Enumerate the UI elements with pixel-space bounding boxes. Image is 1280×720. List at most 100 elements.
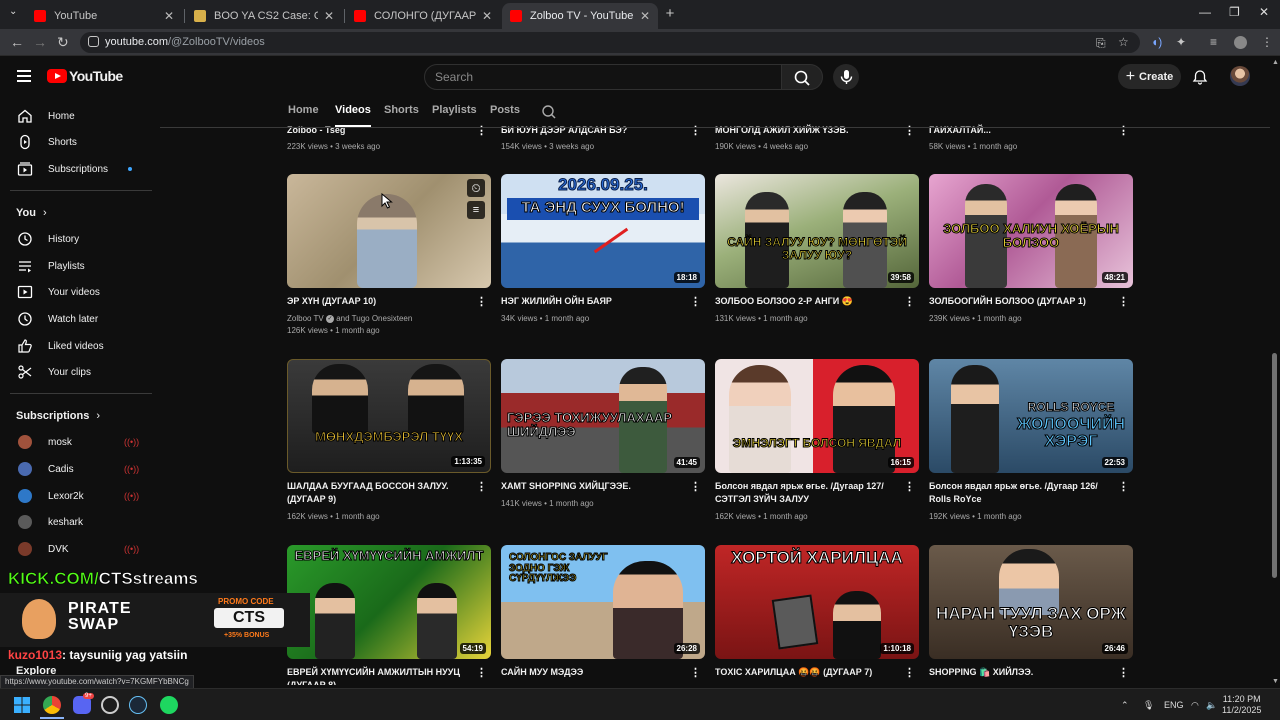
sidebar-sub-dvk[interactable]: DVK ((•)) [0, 536, 152, 562]
video-card[interactable]: СОЛОНГОС ЗАЛУУГ ЗОДНО ГЭЖ СҮРДҮҮЛЖЭЭ 26:… [501, 545, 705, 685]
address-bar[interactable]: youtube.com/@ZolbooTV/videos ⎘ ☆ [80, 32, 1140, 53]
tray-chevron-icon[interactable]: ⌃ [1121, 700, 1129, 711]
more-actions-icon[interactable]: ⋮ [904, 666, 915, 679]
search-button[interactable] [781, 64, 823, 90]
more-actions-icon[interactable]: ⋮ [476, 480, 487, 493]
video-card[interactable]: САЙН ЗАЛУУ ЮУ? МӨНГӨТЭЙ ЗАЛУУ ЮУ? 39:58 … [715, 174, 919, 329]
video-thumbnail[interactable]: САЙН ЗАЛУУ ЮУ? МӨНГӨТЭЙ ЗАЛУУ ЮУ? 39:58 [715, 174, 919, 288]
create-button[interactable]: + Create [1118, 64, 1181, 89]
sidebar-item-home[interactable]: Home [0, 103, 152, 129]
bookmark-star-icon[interactable]: ☆ [1118, 35, 1129, 49]
sidebar-item-your-videos[interactable]: Your videos [0, 279, 152, 305]
video-card[interactable]: ЗОЛБОО ХАЛИУН ХОЁРЫН БОЛЗОО 48:21 ЗОЛБОО… [929, 174, 1133, 329]
reload-icon[interactable]: ↻ [57, 34, 69, 51]
video-card[interactable]: ХОРТОЙ ХАРИЛЦАА 1:10:18 TOXIC ХАРИЛЦАА 🤬… [715, 545, 919, 685]
tray-mic-icon[interactable]: 🎙 [1143, 700, 1154, 711]
video-card[interactable]: ГЭРЭЭ ТОХИЖУУЛАХААР ШИЙДЛЭЭ 41:45 ХАМТ S… [501, 359, 705, 514]
video-card-partial[interactable]: ГАИХАЛТАЙ... 58K views • 1 month ago ⋮ [929, 124, 1133, 156]
more-actions-icon[interactable]: ⋮ [476, 666, 487, 679]
tab-shorts[interactable]: Shorts [384, 104, 419, 116]
forward-icon[interactable]: → [33, 34, 47, 50]
more-actions-icon[interactable]: ⋮ [1118, 480, 1129, 493]
video-title[interactable]: ЗОЛБОО БОЛЗОО 2-Р АНГИ 😍 [715, 295, 903, 308]
video-card-partial[interactable]: МОНГОЛД АЖИЛ ХИЙЖ ҮЗЭВ. 190K views • 4 w… [715, 124, 919, 156]
video-thumbnail[interactable]: ⏲ ≡ [287, 174, 491, 288]
video-thumbnail[interactable]: ЭМНЭЛЭГТ БОЛСОН ЯВДАЛ 16:15 [715, 359, 919, 473]
sidebar-item-playlists[interactable]: Playlists [0, 253, 152, 279]
video-title[interactable]: ЕВРЕЙ ХҮМҮҮСИЙН АМЖИЛТЫН НУУЦ (ДУГААР 8) [287, 666, 475, 685]
video-thumbnail[interactable]: ЕВРЕЙ ХҮМҮҮСИЙН АМЖИЛТ 54:19 [287, 545, 491, 659]
extension-audio-icon[interactable]: ◖) [1151, 35, 1162, 49]
close-tab-icon[interactable]: ✕ [482, 9, 492, 23]
video-card[interactable]: НАРАН ТУУЛ ЗАХ ОРЖ ҮЗЭВ 26:46 SHOPPING 🛍… [929, 545, 1133, 685]
close-window-icon[interactable]: ✕ [1259, 5, 1269, 19]
menu-hamburger-icon[interactable] [17, 70, 31, 82]
video-title[interactable]: SHOPPING 🛍️ ХИЙЛЭЭ. [929, 666, 1117, 679]
sidebar-sub-cadis[interactable]: Cadis ((•)) [0, 456, 152, 482]
sidebar-sub-keshark[interactable]: keshark [0, 509, 152, 535]
video-card[interactable]: МӨНХДЭМБЭРЭЛ ТҮҮХ 1:13:35 ШАЛДАА БУУГААД… [287, 359, 491, 524]
video-title[interactable]: ЗОЛБООГИЙН БОЛЗОО (ДУГААР 1) [929, 295, 1117, 308]
more-actions-icon[interactable]: ⋮ [690, 480, 701, 493]
notifications-bell-icon[interactable] [1192, 69, 1208, 85]
video-thumbnail[interactable]: НАРАН ТУУЛ ЗАХ ОРЖ ҮЗЭВ 26:46 [929, 545, 1133, 659]
watch-later-icon[interactable]: ⏲ [467, 179, 485, 197]
install-app-icon[interactable]: ⎘ [1096, 36, 1106, 51]
video-card[interactable]: ЕВРЕЙ ХҮМҮҮСИЙН АМЖИЛТ 54:19 ЕВРЕЙ ХҮМҮҮ… [287, 545, 491, 685]
video-card-partial[interactable]: Zolboo - Tseg 223K views • 3 weeks ago ⋮ [287, 124, 491, 156]
video-title[interactable]: Болсон явдал ярьж өгье. /Дугаар 126/ Rol… [929, 480, 1117, 506]
browser-tab-zolboo[interactable]: Zolboo TV - YouTube ✕ [502, 3, 658, 29]
video-card[interactable]: ЭМНЭЛЭГТ БОЛСОН ЯВДАЛ 16:15 Болсон явдал… [715, 359, 919, 524]
sidebar-item-shorts[interactable]: Shorts [0, 129, 152, 155]
scroll-up-arrow-icon[interactable]: ▲ [1272, 59, 1279, 66]
channel-name[interactable]: Zolboo TV [287, 314, 324, 323]
sidebar-you-heading[interactable]: You › [16, 207, 47, 219]
video-thumbnail[interactable]: ХОРТОЙ ХАРИЛЦАА 1:10:18 [715, 545, 919, 659]
site-info-icon[interactable] [88, 36, 99, 47]
taskbar-clock[interactable]: 11:20 PM 11/2/2025 [1222, 694, 1261, 716]
video-title[interactable]: ЭР ХҮН (ДУГААР 10) [287, 295, 475, 308]
back-icon[interactable]: ← [10, 34, 24, 50]
tab-posts[interactable]: Posts [490, 104, 520, 116]
video-card[interactable]: 2026.09.25. ТА ЭНД СУУХ БОЛНО! 18:18 НЭГ… [501, 174, 705, 329]
video-thumbnail[interactable]: ЗОЛБОО ХАЛИУН ХОЁРЫН БОЛЗОО 48:21 [929, 174, 1133, 288]
sidebar-subscriptions-heading[interactable]: Subscriptions › [16, 410, 100, 422]
page-scrollbar-thumb[interactable] [1272, 353, 1277, 578]
search-input[interactable]: Search [424, 64, 782, 90]
extensions-puzzle-icon[interactable]: ✦ [1176, 35, 1186, 49]
account-avatar[interactable] [1230, 66, 1250, 86]
spotify-taskbar-icon[interactable] [160, 696, 178, 714]
volume-icon[interactable]: 🔈 [1206, 700, 1217, 711]
browser-tab-youtube[interactable]: YouTube ✕ [26, 3, 182, 29]
browser-tab-booya[interactable]: BOO YA CS2 Case: Open to Wi ✕ [186, 3, 342, 29]
video-title[interactable]: TOXIC ХАРИЛЦАА 🤬🤬 (ДУГААР 7) [715, 666, 903, 679]
media-control-icon[interactable]: ≡ [1210, 35, 1217, 49]
sidebar-item-subscriptions[interactable]: Subscriptions [0, 156, 152, 182]
video-thumbnail[interactable]: МӨНХДЭМБЭРЭЛ ТҮҮХ 1:13:35 [287, 359, 491, 473]
video-card-partial[interactable]: БИ ЮУН ДЭЭР АЛДСАН БЭ? 154K views • 3 we… [501, 124, 705, 156]
youtube-logo[interactable]: YouTube [47, 68, 123, 84]
video-title[interactable]: ХАМТ SHOPPING ХИЙЦГЭЭЕ. [501, 480, 689, 493]
video-thumbnail[interactable]: 2026.09.25. ТА ЭНД СУУХ БОЛНО! 18:18 [501, 174, 705, 288]
more-actions-icon[interactable]: ⋮ [690, 295, 701, 308]
video-card[interactable]: ROLLS ROYCE ЖОЛООЧИЙН ХЭРЭГ 22:53 Болсон… [929, 359, 1133, 524]
channel-search-icon[interactable] [541, 104, 557, 120]
minimize-icon[interactable]: — [1199, 5, 1211, 19]
restore-icon[interactable]: ❐ [1229, 5, 1240, 19]
sidebar-sub-mosk[interactable]: mosk ((•)) [0, 429, 152, 455]
scroll-down-arrow-icon[interactable]: ▼ [1272, 678, 1279, 685]
sidebar-sub-lexor2k[interactable]: Lexor2k ((•)) [0, 483, 152, 509]
video-thumbnail[interactable]: ROLLS ROYCE ЖОЛООЧИЙН ХЭРЭГ 22:53 [929, 359, 1133, 473]
more-actions-icon[interactable]: ⋮ [1118, 295, 1129, 308]
more-actions-icon[interactable]: ⋮ [690, 666, 701, 679]
more-actions-icon[interactable]: ⋮ [1118, 666, 1129, 679]
more-actions-icon[interactable]: ⋮ [904, 295, 915, 308]
video-title[interactable]: НЭГ ЖИЛИЙН ОЙН БАЯР [501, 295, 689, 308]
app-taskbar-icon[interactable] [101, 696, 119, 714]
video-title[interactable]: САЙН МУУ МЭДЭЭ [501, 666, 689, 679]
add-to-queue-icon[interactable]: ≡ [467, 201, 485, 219]
new-tab-button[interactable]: + [662, 6, 678, 22]
browser-tab-solongo[interactable]: СОЛОНГО (ДУГААР 11) - YouT ✕ [346, 3, 500, 29]
sidebar-item-watch-later[interactable]: Watch later [0, 306, 152, 332]
sidebar-item-liked-videos[interactable]: Liked videos [0, 333, 152, 359]
